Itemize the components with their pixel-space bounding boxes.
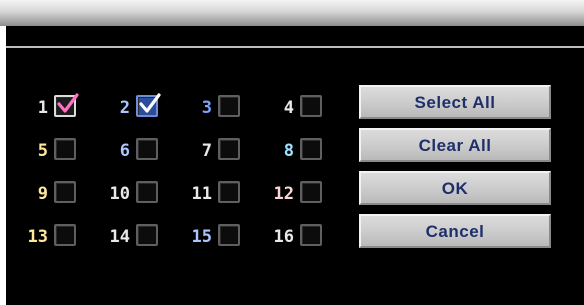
channel-5: 5 [20,137,100,167]
window-title-bar [0,0,584,26]
clear-all-button[interactable]: Clear All [359,128,551,162]
channel-12: 12 [266,180,346,210]
channel-label: 2 [119,98,130,118]
channel-4: 4 [266,94,346,124]
channel-checkbox[interactable] [136,93,161,117]
channel-13: 13 [20,223,100,253]
channel-label: 9 [37,184,48,204]
channel-label: 3 [201,98,212,118]
channel-checkbox[interactable] [218,224,240,246]
divider [6,46,584,48]
channel-label: 7 [201,141,212,161]
channel-checkbox[interactable] [54,181,76,203]
channel-select-dialog: 1 2 3 4 5 6 7 8 9 10 11 12 13 14 15 16 S… [6,26,584,305]
channel-15: 15 [184,223,264,253]
select-all-button[interactable]: Select All [359,85,551,119]
check-mark-icon [139,93,161,113]
channel-label: 1 [37,98,48,118]
check-mark-icon [57,93,79,113]
channel-checkbox[interactable] [218,181,240,203]
cancel-button[interactable]: Cancel [359,214,551,248]
channel-checkbox[interactable] [54,93,79,117]
channel-checkbox[interactable] [218,138,240,160]
channel-1: 1 [20,93,100,124]
channel-checkbox[interactable] [136,224,158,246]
channel-label: 6 [119,141,130,161]
channel-checkbox[interactable] [300,181,322,203]
channel-16: 16 [266,223,346,253]
channel-2: 2 [102,93,182,124]
channel-7: 7 [184,137,264,167]
channel-9: 9 [20,180,100,210]
channel-checkbox[interactable] [136,138,158,160]
ok-button[interactable]: OK [359,171,551,205]
channel-3: 3 [184,94,264,124]
channel-checkbox[interactable] [300,138,322,160]
channel-checkbox[interactable] [54,224,76,246]
channel-label: 13 [27,227,48,247]
channel-checkbox[interactable] [218,95,240,117]
channel-label: 11 [191,184,212,204]
channel-label: 10 [109,184,130,204]
channel-8: 8 [266,137,346,167]
channel-checkbox[interactable] [136,181,158,203]
channel-11: 11 [184,180,264,210]
channel-label: 12 [273,184,294,204]
channel-10: 10 [102,180,182,210]
channel-checkbox[interactable] [300,95,322,117]
channel-label: 5 [37,141,48,161]
channel-label: 15 [191,227,212,247]
channel-checkbox[interactable] [54,138,76,160]
channel-label: 8 [283,141,294,161]
channel-14: 14 [102,223,182,253]
channel-label: 4 [283,98,294,118]
channel-label: 16 [273,227,294,247]
channel-6: 6 [102,137,182,167]
channel-label: 14 [109,227,130,247]
channel-checkbox[interactable] [300,224,322,246]
